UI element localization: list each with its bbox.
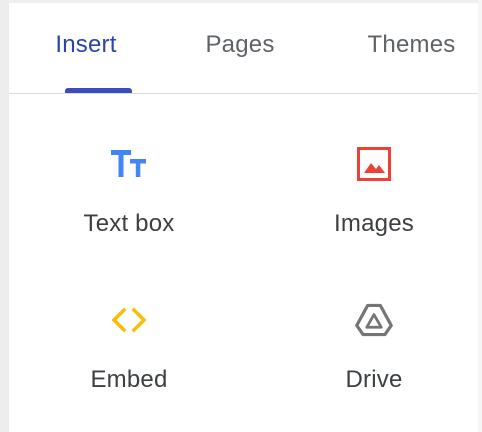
text-box-label: Text box: [83, 210, 175, 237]
insert-text-box-button[interactable]: Text box: [14, 104, 244, 254]
insert-drive-button[interactable]: Drive: [259, 260, 482, 410]
embed-label: Embed: [90, 366, 168, 393]
tab-themes[interactable]: Themes: [345, 3, 478, 93]
tab-pages[interactable]: Pages: [181, 3, 299, 93]
tab-pages-label: Pages: [205, 31, 275, 58]
insert-grid: Text box Images Embed Drive: [9, 94, 478, 432]
image-icon: [354, 144, 394, 184]
tab-insert-label: Insert: [55, 31, 117, 58]
tab-insert[interactable]: Insert: [21, 3, 151, 93]
images-label: Images: [334, 210, 414, 237]
left-edge: [0, 0, 9, 432]
drive-label: Drive: [345, 366, 403, 393]
tab-bar: Insert Pages Themes: [9, 3, 478, 93]
google-drive-icon: [354, 300, 394, 340]
insert-embed-button[interactable]: Embed: [14, 260, 244, 410]
text-box-icon: [109, 144, 149, 184]
insert-panel: Insert Pages Themes Text box Images Embe…: [0, 0, 482, 432]
embed-code-icon: [109, 300, 149, 340]
insert-images-button[interactable]: Images: [259, 104, 482, 254]
tab-themes-label: Themes: [367, 31, 456, 58]
